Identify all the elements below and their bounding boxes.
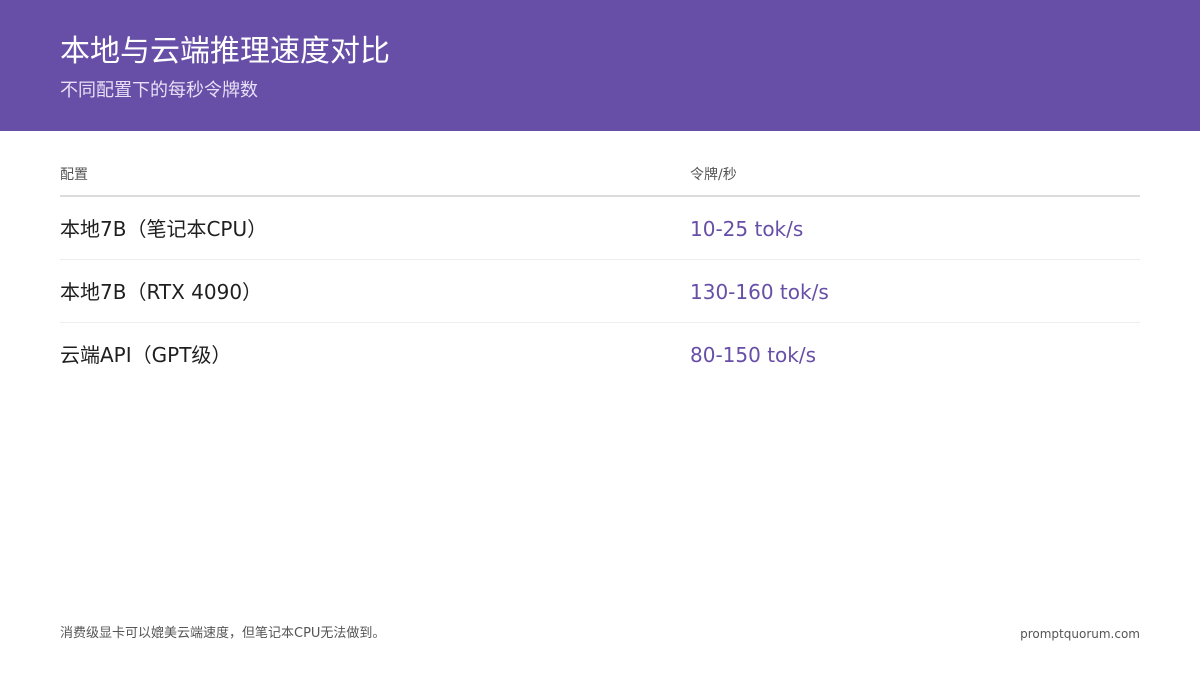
config-cell: 云端API（GPT级） (60, 343, 232, 367)
table-row: 本地7B（笔记本CPU） 10-25 tok/s (60, 197, 1140, 260)
footer-note: 消费级显卡可以媲美云端速度，但笔记本CPU无法做到。 (60, 626, 386, 641)
config-cell: 本地7B（RTX 4090） (60, 280, 263, 304)
page-title: 本地与云端推理速度对比 (60, 34, 390, 69)
header-banner: 本地与云端推理速度对比 不同配置下的每秒令牌数 (0, 0, 1200, 131)
speed-cell: 80-150 tok/s (690, 343, 817, 367)
table-header: 配置 令牌/秒 (60, 155, 1140, 197)
config-cell: 本地7B（笔记本CPU） (60, 217, 268, 241)
speed-table: 配置 令牌/秒 本地7B（笔记本CPU） 10-25 tok/s 本地7B（RT… (60, 155, 1140, 385)
table-row: 本地7B（RTX 4090） 130-160 tok/s (60, 260, 1140, 323)
column-header-config: 配置 (60, 167, 88, 183)
speed-cell: 130-160 tok/s (690, 280, 829, 304)
page-subtitle: 不同配置下的每秒令牌数 (60, 80, 258, 101)
table-row: 云端API（GPT级） 80-150 tok/s (60, 323, 1140, 385)
footer-brand: promptquorum.com (1020, 627, 1140, 641)
speed-cell: 10-25 tok/s (690, 217, 804, 241)
column-header-speed: 令牌/秒 (690, 167, 737, 183)
